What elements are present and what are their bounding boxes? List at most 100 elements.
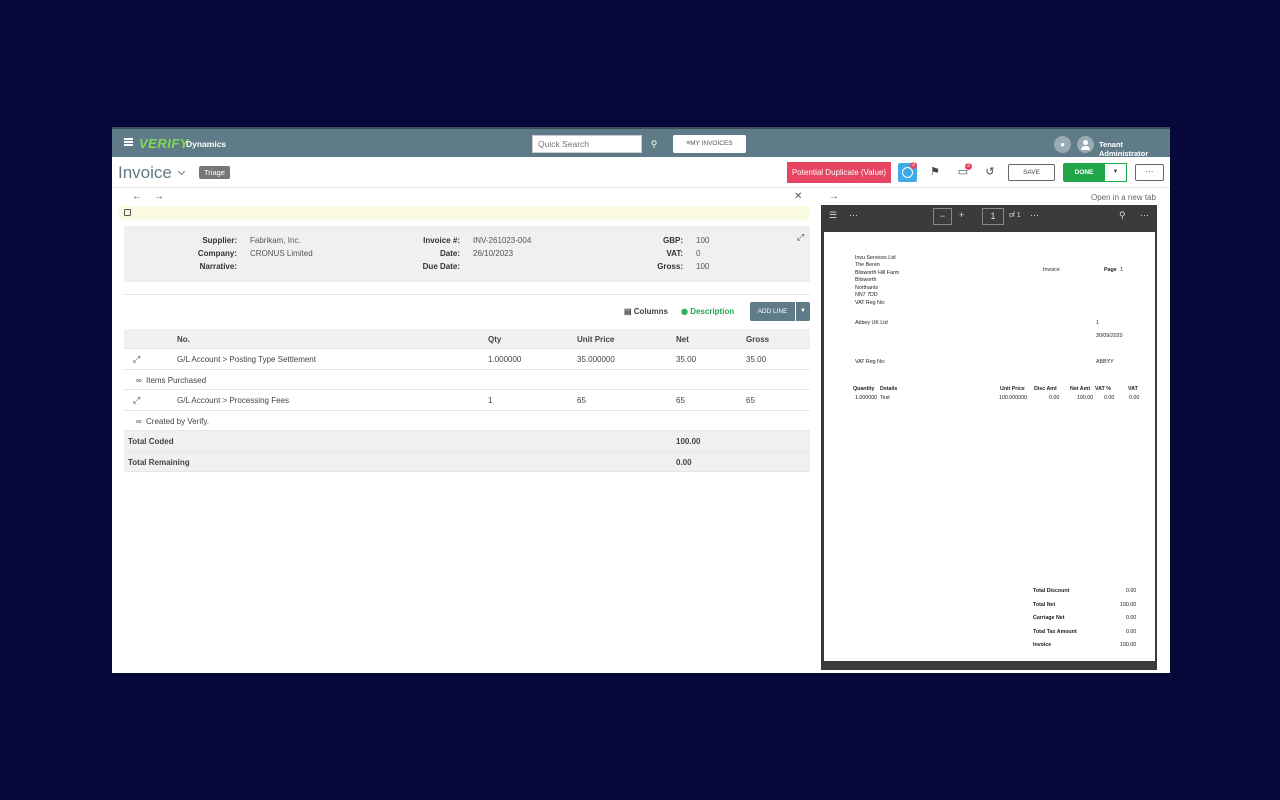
pdf-line-quantity: 1.000000 [855, 395, 878, 401]
add-line-button[interactable]: ADD LINE [750, 302, 795, 321]
pdf-line-net-amt: 100.00 [1077, 395, 1094, 401]
cell-qty: 1.000000 [488, 355, 522, 364]
cell-no: G/L Account > Processing Fees [177, 396, 289, 405]
note-bar [119, 206, 809, 220]
table-row[interactable]: ⤢ G/L Account > Posting Type Settlement … [124, 349, 810, 370]
pdf-account: ABBYY [1096, 359, 1114, 365]
description-label: Description [690, 307, 735, 316]
quick-search-input[interactable] [532, 135, 642, 153]
columns-icon: ▤ [624, 307, 634, 316]
col-header-no[interactable]: No. [177, 335, 190, 344]
notification-bell-icon[interactable]: ● [1054, 136, 1071, 153]
user-name[interactable]: Tenant Administrator [1099, 140, 1170, 158]
pdf-total-value: 100.00 [1120, 601, 1137, 608]
sticky-note-icon[interactable] [124, 209, 131, 216]
more-icon[interactable]: ⋯ [849, 210, 858, 221]
open-in-new-tab-link[interactable]: Open in a new tab [1091, 193, 1156, 202]
company-label: Company: [197, 249, 237, 258]
add-line-dropdown[interactable]: ▼ [796, 302, 810, 321]
company-value: CRONUS Limited [250, 249, 313, 258]
row-note-text: Items Purchased [146, 375, 207, 385]
supplier-label: Supplier: [202, 236, 237, 245]
pdf-page: Invu Services Ltd The Beren Blisworth Hi… [824, 232, 1155, 661]
pdf-line-vat-pct: 0.00 [1104, 395, 1115, 401]
outline-icon[interactable]: ☰ [829, 210, 837, 221]
page-title[interactable]: Invoice [118, 163, 172, 183]
back-arrow-icon[interactable]: ← [132, 191, 142, 202]
user-avatar-icon[interactable] [1077, 136, 1094, 153]
pdf-total-value: 0.00 [1126, 615, 1137, 621]
history-icon[interactable]: ↺ [981, 163, 999, 181]
pdf-date: 30/09/2020 [1096, 333, 1123, 339]
gbp-label: GBP: [663, 236, 683, 245]
more-options-button[interactable]: ··· [1135, 164, 1164, 181]
caret-down-icon: ▼ [1112, 169, 1119, 175]
expand-row-icon[interactable]: ⤢ [133, 354, 140, 365]
col-header-unit-price[interactable]: Unit Price [577, 335, 614, 344]
section-divider [124, 294, 810, 295]
invoice-number-label: Invoice #: [423, 236, 460, 245]
invoice-summary: Supplier: Fabrikam, Inc. Company: CRONUS… [124, 226, 810, 282]
pdf-total-label: Carriage Net [1033, 615, 1065, 621]
address-line: The Beren [855, 262, 880, 268]
cell-net: 65 [676, 396, 685, 405]
address-line: Blisworth Hill Farm [855, 269, 900, 276]
notes-badge: 2 [965, 163, 972, 170]
col-header-gross[interactable]: Gross [746, 335, 769, 344]
pdf-col-vat: VAT [1128, 386, 1138, 392]
done-button[interactable]: DONE [1063, 163, 1105, 182]
save-button[interactable]: SAVE [1008, 164, 1055, 181]
invoice-lines-table: No. Qty Unit Price Net Gross ⤢ G/L Accou… [124, 329, 810, 472]
hamburger-menu-icon[interactable] [124, 138, 133, 146]
my-invoices-button[interactable]: ≡MY INVOICES [673, 135, 746, 153]
close-icon[interactable]: ✕ [794, 191, 802, 202]
eye-icon: ◉ [681, 307, 691, 316]
col-header-net[interactable]: Net [676, 335, 689, 344]
pdf-total-value: 0.00 [1126, 588, 1137, 594]
potential-duplicate-button[interactable]: Potential Duplicate (Value) [787, 162, 891, 183]
address-line: Blisworth [855, 277, 877, 283]
pdf-total-value: 0.00 [1126, 628, 1137, 635]
pdf-total-label: Invoice [1033, 642, 1052, 648]
pdf-line-unit-price: 100.000000 [999, 395, 1027, 401]
expand-icon[interactable]: ⤢ [797, 232, 805, 242]
expand-row-icon[interactable]: ⤢ [133, 395, 140, 406]
search-icon[interactable]: ⚲ [1119, 210, 1126, 221]
search-icon[interactable]: ⚲ [646, 135, 662, 153]
page-number-input[interactable]: 1 [982, 208, 1004, 225]
pdf-viewer: ☰ ⋯ − + 1 of 1 ⋯ ⚲ ⋯ Invu Services Ltd T… [821, 205, 1157, 670]
cell-unit-price: 35.000000 [577, 355, 615, 364]
cell-unit-price: 65 [577, 396, 586, 405]
flag-icon[interactable]: ⚑ [926, 163, 944, 181]
clock-badge: 2 [910, 162, 917, 169]
col-header-qty[interactable]: Qty [488, 335, 501, 344]
columns-label: Columns [633, 307, 669, 316]
pdf-col-vat-pct: VAT % [1095, 386, 1111, 392]
pdf-customer: Abbey UK Ltd [855, 320, 888, 326]
cell-no: G/L Account > Posting Type Settlement [177, 355, 316, 364]
save-label: SAVE [1023, 169, 1040, 176]
done-dropdown-button[interactable]: ▼ [1105, 163, 1127, 182]
brand-logo[interactable]: VERIFY [139, 136, 189, 151]
clock-button[interactable]: 2 [898, 162, 917, 182]
zoom-in-button[interactable]: + [959, 210, 964, 220]
pdf-col-details: Details [880, 386, 898, 392]
more-icon[interactable]: ⋯ [1030, 210, 1039, 221]
status-badge: Triage [199, 166, 230, 179]
more-icon[interactable]: ⋯ [1140, 210, 1149, 221]
pdf-line-details: Test [880, 395, 890, 401]
chevron-down-icon[interactable] [177, 167, 186, 176]
forward-arrow-icon[interactable]: → [154, 191, 164, 202]
row-note: ∞ Items Purchased [124, 370, 810, 390]
columns-button[interactable]: ▤ Columns [624, 307, 668, 316]
zoom-out-button[interactable]: − [933, 208, 952, 225]
cell-qty: 1 [488, 396, 493, 405]
description-button[interactable]: ◉ Description [681, 307, 734, 316]
vat-label: VAT: [666, 249, 683, 258]
address-line: VAT Reg No: [855, 299, 886, 306]
table-row[interactable]: ⤢ G/L Account > Processing Fees 1 65 65 … [124, 390, 810, 411]
notes-button[interactable]: ▭ 2 [954, 163, 972, 181]
viewer-forward-arrow-icon[interactable]: → [829, 191, 839, 202]
top-bar: VERIFY Dynamics ⚲ ≡MY INVOICES ● Tenant … [112, 127, 1170, 158]
pdf-col-unit-price: Unit Price [1000, 386, 1025, 392]
